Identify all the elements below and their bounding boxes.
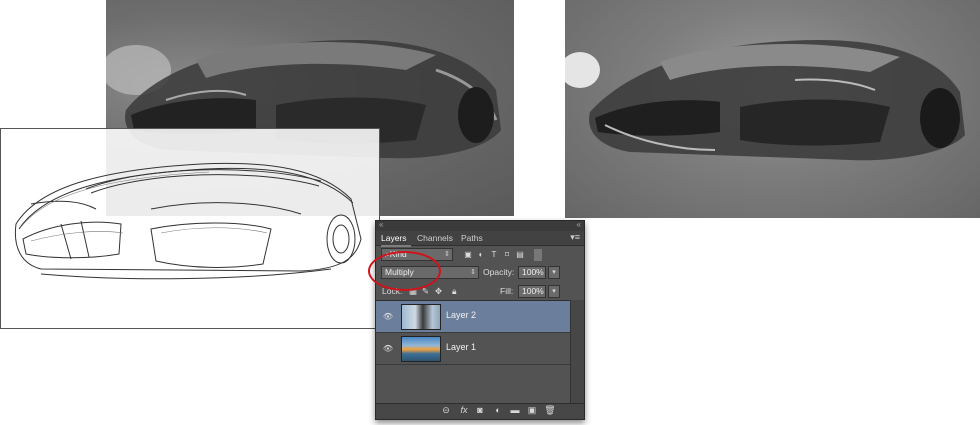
panel-bottom-bar: ⊝ fx ◙ ◐ ▬ ▣ 🗑︎	[376, 403, 584, 419]
type-filter-icon[interactable]: T	[489, 248, 499, 261]
panel-title-bar[interactable]: « «	[376, 220, 584, 231]
opacity-dropdown-icon[interactable]: ▾	[548, 266, 560, 279]
select-arrows-icon: ⇕	[470, 269, 476, 276]
fill-label: Fill:	[500, 286, 514, 296]
opacity-input[interactable]: 100%	[518, 266, 546, 279]
shape-filter-icon[interactable]: ⌑	[502, 248, 512, 261]
select-arrows-icon: ⇕	[444, 251, 450, 258]
close-panel-icon[interactable]: «	[577, 220, 581, 229]
panel-menu-icon[interactable]: ▾≡	[570, 232, 580, 243]
visibility-eye-icon[interactable]: 👁︎	[382, 343, 394, 355]
visibility-eye-icon[interactable]: 👁︎	[382, 311, 394, 323]
lock-all-icon[interactable]: 🔒︎	[452, 285, 457, 298]
fill-input[interactable]: 100%	[518, 285, 546, 298]
layers-panel: « « Layers Channels Paths ▾≡ ⌕Kind ⇕ ▣ ◐…	[375, 220, 585, 420]
new-layer-icon[interactable]: ▣	[526, 405, 538, 416]
folder-icon[interactable]: ▬	[509, 405, 521, 415]
smart-object-filter-icon[interactable]: ▤	[515, 248, 525, 261]
panel-tabs: Layers Channels Paths ▾≡	[376, 231, 584, 247]
tab-layers[interactable]: Layers	[381, 231, 411, 247]
filter-toggle[interactable]	[534, 249, 542, 261]
layer-name[interactable]: Layer 2	[446, 310, 476, 320]
tab-paths[interactable]: Paths	[461, 231, 483, 245]
layers-list: 👁︎ Layer 2 👁︎ Layer 1	[376, 300, 571, 407]
opacity-label: Opacity:	[483, 267, 515, 277]
trash-icon[interactable]: 🗑︎	[544, 405, 556, 416]
car-render-image-right	[565, 0, 980, 218]
layers-scrollbar[interactable]	[570, 300, 584, 406]
lock-position-icon[interactable]: ✥	[435, 285, 442, 298]
layer-row-layer-1[interactable]: 👁︎ Layer 1	[376, 333, 571, 365]
fill-dropdown-icon[interactable]: ▾	[548, 285, 560, 298]
layer-thumbnail-layer-2	[401, 304, 441, 330]
tab-channels[interactable]: Channels	[417, 231, 453, 245]
layer-row-layer-2[interactable]: 👁︎ Layer 2	[376, 301, 571, 333]
mask-icon[interactable]: ◙	[474, 405, 486, 415]
image-filter-icon[interactable]: ▣	[463, 248, 473, 261]
layer-thumbnail-layer-1	[401, 336, 441, 362]
link-icon[interactable]: ⊝	[440, 405, 452, 416]
adjustment-filter-icon[interactable]: ◐	[476, 248, 486, 261]
layer-name[interactable]: Layer 1	[446, 342, 476, 352]
car-sketch-image	[0, 128, 380, 329]
collapse-icon[interactable]: «	[379, 220, 383, 229]
fx-icon[interactable]: fx	[458, 405, 470, 415]
adjustment-icon[interactable]: ◐	[492, 405, 504, 415]
red-highlight-circle	[368, 251, 441, 291]
